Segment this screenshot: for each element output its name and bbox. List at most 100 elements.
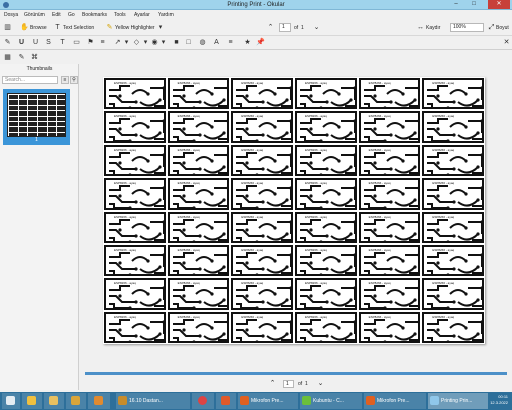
fullscreen-icon[interactable]: ⤢	[487, 23, 496, 32]
task-file-manager[interactable]	[22, 393, 42, 409]
pcb-board: ESP8266 - ayaq	[104, 111, 166, 143]
pcb-board: ESP8266 - ayaq	[295, 211, 357, 243]
typewriter-icon[interactable]: T	[58, 38, 67, 47]
menu-dosya[interactable]: Dosya	[4, 12, 18, 18]
thumbnail-search-input[interactable]: Search...	[2, 76, 58, 84]
bookmarks-tab-icon[interactable]: ⌘	[30, 53, 39, 62]
menu-ayarlar[interactable]: Ayarlar	[134, 12, 150, 18]
okular-icon	[430, 396, 439, 405]
pcb-board: ESP8266 - ayaq	[295, 178, 357, 210]
squiggle-icon[interactable]: U	[31, 38, 40, 47]
shape-tool-icon[interactable]: ◇	[132, 38, 141, 47]
task-printing-print[interactable]: Printing Prin...	[428, 393, 488, 409]
line-width-icon[interactable]: ≡	[226, 38, 235, 47]
menu-yardim[interactable]: Yardım	[158, 12, 174, 18]
system-clock[interactable]: 00:11 12.3.2022	[490, 394, 508, 406]
task-kubuntu[interactable]: Kubuntu - C...	[300, 393, 362, 409]
menu-gorunum[interactable]: Görünüm	[24, 12, 45, 18]
inner-color-icon[interactable]: □	[184, 38, 193, 47]
chevron-down-icon[interactable]: ▾	[141, 38, 150, 47]
page-thumbnail[interactable]	[7, 93, 66, 137]
search-filter-button[interactable]: ⚲	[70, 76, 78, 84]
pcb-label: ESP8266 - ayaq	[432, 214, 455, 219]
task-mikrofon-2[interactable]: Mikrofon Pre...	[364, 393, 426, 409]
minimize-button[interactable]: –	[448, 0, 464, 9]
strikeout-icon[interactable]: S	[44, 38, 53, 47]
bottom-page-input[interactable]: 1	[283, 380, 294, 388]
chrome-icon	[198, 396, 207, 405]
chevron-down-icon[interactable]: ▾	[122, 38, 131, 47]
document-page[interactable]: ESP8266 - ayaq ESP8266 - ayaq ESP8266 - ay…	[103, 77, 485, 344]
previous-page-icon[interactable]: ⌃	[266, 23, 275, 32]
task-app[interactable]	[88, 393, 110, 409]
thumbnail-board	[57, 116, 65, 121]
pcb-board: ESP8266 - ayaq	[295, 144, 357, 177]
task-docs[interactable]	[216, 393, 236, 409]
pcb-board: ESP8266 - ayaq	[231, 144, 293, 177]
pin-icon[interactable]: 📌	[256, 38, 265, 47]
task-folder[interactable]	[66, 393, 86, 409]
pen-icon[interactable]: ✎	[3, 38, 12, 47]
next-page-icon[interactable]: ⌄	[316, 379, 325, 388]
font-icon[interactable]: A	[212, 38, 221, 47]
task-chrome[interactable]	[192, 393, 214, 409]
pcb-label: ESP8266 - ayaq	[305, 114, 327, 119]
thumbnail-board	[57, 95, 65, 100]
opacity-icon[interactable]: ◍	[198, 38, 207, 47]
browse-tool-label[interactable]: Browse	[30, 23, 47, 33]
previous-page-icon[interactable]: ⌃	[268, 379, 277, 388]
freehand-icon[interactable]: ≡	[98, 38, 107, 47]
close-icon[interactable]: ✕	[502, 38, 511, 47]
color-icon[interactable]: ■	[172, 38, 181, 47]
menu-bookmarks[interactable]: Bookmarks	[82, 12, 107, 18]
pcb-label: ESP8266 - ayaq	[241, 214, 264, 219]
pcb-label: ESP8266 - ayaq	[177, 281, 200, 286]
menu-go[interactable]: Go	[68, 12, 75, 18]
close-button[interactable]: ✕	[488, 0, 510, 9]
thumbnail-board	[9, 100, 18, 105]
pcb-board: ESP8266 - ayaq	[231, 111, 293, 143]
fit-width-icon[interactable]: ↔	[416, 23, 425, 32]
pcb-board: ESP8266 - ayaq	[167, 144, 230, 177]
highlighter-icon[interactable]: ✎	[105, 23, 114, 32]
menu-tools[interactable]: Tools	[114, 12, 126, 18]
thumbnail-board	[38, 95, 47, 100]
annotations-tab-icon[interactable]: ✎	[17, 53, 26, 62]
page-number-input[interactable]: 1	[279, 23, 291, 32]
zoom-select[interactable]: 100%	[450, 23, 484, 32]
search-options-button[interactable]: ≡	[61, 76, 69, 84]
fullscreen-label[interactable]: Boyut	[496, 23, 509, 33]
fit-label[interactable]: Kaydır	[426, 23, 440, 33]
sidebar-toggle-icon[interactable]: ▥	[3, 23, 12, 32]
pcb-board: ESP8266 - ayaq	[422, 111, 484, 143]
pcb-board: ESP8266 - ayaq	[422, 178, 484, 210]
thumbnails-tab-icon[interactable]: ▦	[3, 53, 12, 62]
maximize-button[interactable]: □	[466, 0, 482, 9]
text-selection-icon[interactable]: T	[53, 23, 62, 32]
line-tool-icon[interactable]: ↗	[113, 38, 122, 47]
task-mikrofon-1[interactable]: Mikrofon Pre...	[238, 393, 298, 409]
stamp-icon[interactable]: ◉	[150, 38, 159, 47]
popup-note-icon[interactable]: ⚑	[86, 38, 95, 47]
pcb-label: ESP8266 - ayaq	[432, 314, 455, 319]
thumbnail-board	[18, 127, 28, 132]
task-dastan[interactable]: 16.10 Dastan...	[116, 393, 190, 409]
chevron-down-icon[interactable]: ▾	[156, 23, 165, 32]
yellow-highlighter-label[interactable]: Yellow Highlighter	[115, 23, 155, 33]
next-page-icon[interactable]: ⌄	[312, 23, 321, 32]
browse-tool-icon[interactable]: ✋	[20, 23, 29, 32]
text-selection-label[interactable]: Text Selection	[63, 23, 94, 33]
bottom-navigation: ⌃ 1 of 1 ⌄	[80, 378, 512, 390]
start-button[interactable]	[2, 393, 20, 409]
pcb-board: ESP8266 - ayaq	[231, 278, 293, 310]
inline-note-icon[interactable]: ▭	[72, 38, 81, 47]
pcb-label: ESP8266 - ayaq	[368, 281, 391, 286]
star-icon[interactable]: ★	[243, 38, 252, 47]
horizontal-scrollbar[interactable]	[85, 372, 507, 375]
underline-icon[interactable]: U	[17, 38, 26, 47]
pcb-label: ESP8266 - ayaq	[114, 181, 136, 186]
pcb-label: ESP8266 - ayaq	[368, 314, 391, 319]
chevron-down-icon[interactable]: ▾	[159, 38, 168, 47]
menu-edit[interactable]: Edit	[52, 12, 61, 18]
task-explorer[interactable]	[44, 393, 64, 409]
